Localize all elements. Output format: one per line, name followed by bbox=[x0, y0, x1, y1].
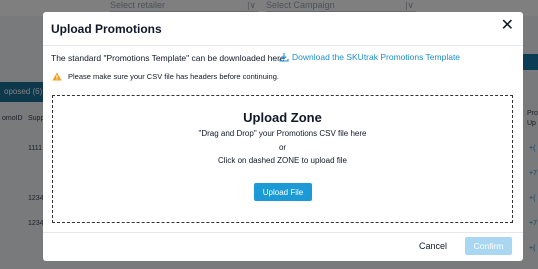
modal-footer: Cancel Confirm bbox=[43, 232, 523, 261]
upload-promotions-modal: Upload Promotions ✕ The standard "Promot… bbox=[43, 12, 523, 261]
download-template-link[interactable]: Download the SKUtrak Promotions Template bbox=[279, 52, 460, 62]
download-icon bbox=[279, 53, 289, 62]
upload-zone-click-text: Click on dashed ZONE to upload file bbox=[218, 156, 347, 165]
upload-file-button[interactable]: Upload File bbox=[254, 183, 312, 201]
modal-title: Upload Promotions bbox=[51, 22, 162, 36]
upload-zone[interactable]: Upload Zone "Drag and Drop" your Promoti… bbox=[52, 95, 513, 223]
upload-zone-drag-text: "Drag and Drop" your Promotions CSV file… bbox=[198, 129, 367, 138]
modal-header: Upload Promotions ✕ bbox=[43, 12, 523, 46]
warning-icon bbox=[52, 72, 62, 81]
warning-text: Please make sure your CSV file has heade… bbox=[68, 72, 279, 81]
confirm-button[interactable]: Confirm bbox=[465, 237, 512, 255]
cancel-button[interactable]: Cancel bbox=[419, 241, 447, 251]
download-link-label: Download the SKUtrak Promotions Template bbox=[292, 52, 461, 62]
template-info-text: The standard "Promotions Template" can b… bbox=[51, 53, 285, 63]
close-icon[interactable]: ✕ bbox=[501, 18, 514, 34]
upload-zone-or-text: or bbox=[278, 143, 287, 152]
upload-zone-title: Upload Zone bbox=[243, 110, 322, 125]
csv-warning: Please make sure your CSV file has heade… bbox=[52, 72, 279, 81]
